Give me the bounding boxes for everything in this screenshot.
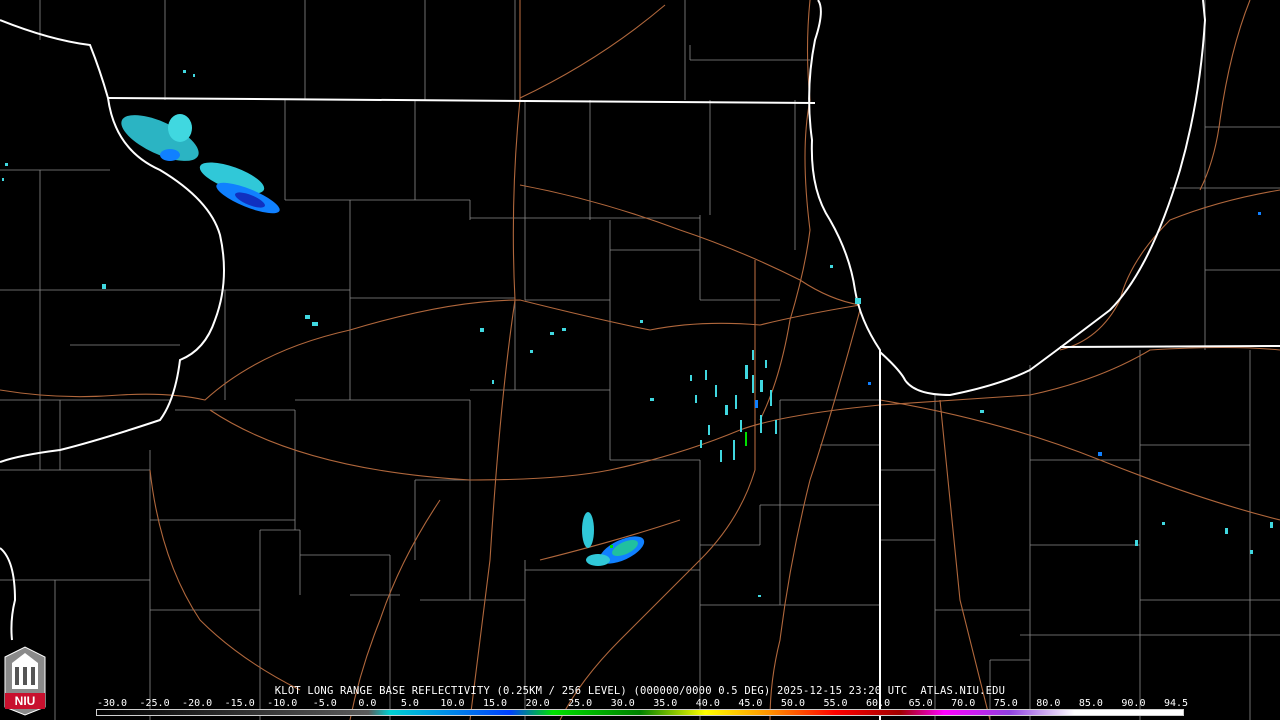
- scale-tick: 55.0: [823, 698, 848, 709]
- scale-tick: 85.0: [1078, 698, 1103, 709]
- reflectivity-colorbar: [96, 709, 1184, 716]
- product-caption: KLOT LONG RANGE BASE REFLECTIVITY (0.25K…: [274, 685, 1006, 697]
- scale-tick: 94.5: [1163, 698, 1189, 709]
- scale-tick: 70.0: [951, 698, 976, 709]
- scale-tick: 50.0: [780, 698, 805, 709]
- scale-tick: 10.0: [440, 698, 465, 709]
- scale-tick: 60.0: [866, 698, 891, 709]
- scale-tick: -30.0: [96, 698, 128, 709]
- scale-tick: 90.0: [1121, 698, 1146, 709]
- scale-tick: 65.0: [908, 698, 933, 709]
- scale-tick: -15.0: [224, 698, 255, 709]
- scale-tick: 80.0: [1036, 698, 1061, 709]
- scale-tick: 20.0: [525, 698, 550, 709]
- scale-tick: 35.0: [653, 698, 678, 709]
- scale-tick: 15.0: [482, 698, 508, 709]
- scale-tick: 5.0: [400, 698, 419, 709]
- radar-map: [0, 0, 1280, 720]
- scale-tick: -25.0: [139, 698, 170, 709]
- scale-tick: 25.0: [568, 698, 593, 709]
- scale-tick: -5.0: [312, 698, 337, 709]
- scale-tick: 30.0: [610, 698, 635, 709]
- scale-tick: 75.0: [993, 698, 1018, 709]
- scale-tick: 45.0: [738, 698, 763, 709]
- scale-tick: -10.0: [267, 698, 298, 709]
- scale-tick: 0.0: [358, 698, 377, 709]
- scale-tick: 40.0: [695, 698, 720, 709]
- scale-tick: -20.0: [182, 698, 213, 709]
